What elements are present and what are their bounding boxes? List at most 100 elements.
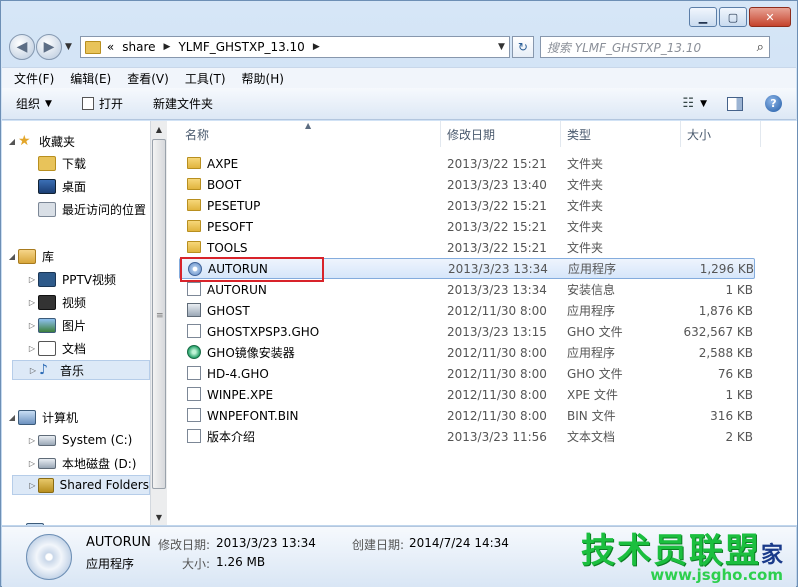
- chevron-right-icon[interactable]: ▷: [27, 366, 39, 375]
- nav-music-label: 音乐: [60, 363, 85, 378]
- nav-videos[interactable]: ▷ 视频: [26, 292, 86, 312]
- file-row[interactable]: GHOST 2012/11/30 8:00 应用程序 1,876 KB: [179, 300, 755, 321]
- nav-desktop-label: 桌面: [62, 179, 87, 194]
- menu-tools[interactable]: 工具(T): [185, 70, 226, 87]
- chevron-right-icon[interactable]: ▷: [26, 298, 38, 307]
- nav-system-c[interactable]: ▷ System (C:): [26, 430, 132, 450]
- chevron-right-icon[interactable]: ▶: [164, 42, 171, 52]
- menu-file[interactable]: 文件(F): [14, 70, 54, 87]
- file-row[interactable]: GHOSTXPSP3.GHO 2013/3/23 13:15 GHO 文件 632,5…: [179, 321, 755, 342]
- organize-label: 组织: [16, 97, 41, 111]
- file-date: 2012/11/30 8:00: [447, 387, 547, 402]
- chevron-right-icon[interactable]: ▷: [26, 321, 38, 330]
- close-button[interactable]: ✕: [749, 7, 791, 27]
- nav-music[interactable]: ▷ ♪ 音乐: [12, 360, 150, 380]
- file-date: 2013/3/23 13:34: [447, 282, 547, 297]
- nav-downloads[interactable]: 下载: [38, 153, 86, 173]
- breadcrumb-share[interactable]: share: [122, 40, 155, 54]
- file-row[interactable]: BOOT 2013/3/23 13:40 文件夹: [179, 174, 755, 195]
- col-type[interactable]: 类型: [561, 121, 681, 147]
- chevron-right-icon[interactable]: ▷: [26, 344, 38, 353]
- col-size-label: 大小: [687, 127, 712, 142]
- file-row[interactable]: PESETUP 2013/3/22 15:21 文件夹: [179, 195, 755, 216]
- nav-pane-scrollbar[interactable]: ▲ ≡ ▼: [150, 121, 167, 525]
- video-icon: [38, 294, 56, 310]
- file-row[interactable]: HD-4.GHO 2012/11/30 8:00 GHO 文件 76 KB: [179, 363, 755, 384]
- col-date[interactable]: 修改日期: [441, 121, 561, 147]
- chevron-right-icon[interactable]: ▷: [26, 459, 38, 468]
- nav-recent[interactable]: 最近访问的位置: [38, 199, 146, 219]
- help-icon[interactable]: ?: [765, 95, 782, 112]
- nav-network[interactable]: [26, 520, 50, 525]
- recent-pages-dropdown[interactable]: ▼: [65, 42, 72, 52]
- folder-icon: [187, 157, 201, 169]
- expand-icon[interactable]: ◢: [6, 413, 18, 422]
- expand-icon[interactable]: ◢: [6, 252, 18, 261]
- nav-pictures[interactable]: ▷ 图片: [26, 315, 86, 335]
- nav-libraries[interactable]: ◢ 库: [6, 246, 54, 266]
- file-row[interactable]: WNPEFONT.BIN 2012/11/30 8:00 BIN 文件 316 KB: [179, 405, 755, 426]
- scroll-up-arrow-icon[interactable]: ▲: [151, 121, 167, 137]
- file-row[interactable]: PESOFT 2013/3/22 15:21 文件夹: [179, 216, 755, 237]
- file-row[interactable]: AXPE 2013/3/22 15:21 文件夹: [179, 153, 755, 174]
- file-size: 632,567 KB: [683, 324, 753, 339]
- nav-favorites[interactable]: ◢ ★ 收藏夹: [6, 131, 75, 151]
- breadcrumb-current[interactable]: YLMF_GHSTXP_13.10: [178, 40, 304, 54]
- nav-pptv[interactable]: ▷ PPTV视频: [26, 269, 116, 289]
- nav-videos-label: 视频: [62, 295, 87, 310]
- address-bar[interactable]: « share ▶ YLMF_GHSTXP_13.10 ▶ ▼: [79, 36, 510, 58]
- nav-local-d[interactable]: ▷ 本地磁盘 (D:): [26, 453, 137, 473]
- refresh-button[interactable]: ↻: [511, 36, 534, 58]
- col-size[interactable]: 大小: [681, 121, 761, 147]
- nav-documents[interactable]: ▷ 文档: [26, 338, 86, 358]
- search-icon[interactable]: ⌕: [757, 40, 764, 55]
- menu-help[interactable]: 帮助(H): [242, 70, 284, 87]
- preview-pane-icon[interactable]: [727, 96, 743, 111]
- menu-edit[interactable]: 编辑(E): [70, 70, 111, 87]
- maximize-button[interactable]: ▢: [719, 7, 747, 27]
- view-options-icon[interactable]: ☷: [682, 96, 694, 111]
- chevron-right-icon[interactable]: ▷: [26, 436, 38, 445]
- nav-computer[interactable]: ◢ 计算机: [6, 407, 78, 427]
- details-pane: AUTORUN 应用程序 修改日期: 2013/3/23 13:34 创建日期:…: [2, 526, 796, 587]
- forward-button[interactable]: ▶: [36, 34, 62, 60]
- file-row[interactable]: GHO镜像安装器 2012/11/30 8:00 应用程序 2,588 KB: [179, 342, 755, 363]
- new-folder-button[interactable]: 新建文件夹: [153, 95, 213, 112]
- file-list-pane: 名称 ▲ 修改日期 类型 大小 AXPE 2013/3/22 15:21 文件夹 BO…: [167, 121, 797, 525]
- open-button[interactable]: 打开: [81, 95, 123, 112]
- file-row[interactable]: TOOLS 2013/3/22 15:21 文件夹: [179, 237, 755, 258]
- menu-view[interactable]: 查看(V): [127, 70, 169, 87]
- file-date: 2012/11/30 8:00: [447, 303, 547, 318]
- file-row[interactable]: 版本介绍 2013/3/23 11:56 文本文档 2 KB: [179, 426, 755, 447]
- file-name: TOOLS: [207, 240, 248, 255]
- nav-recent-label: 最近访问的位置: [62, 202, 147, 217]
- expand-icon[interactable]: ◢: [6, 137, 18, 146]
- chevron-right-icon[interactable]: ▶: [313, 42, 320, 52]
- search-input[interactable]: 搜索 YLMF_GHSTXP_13.10 ⌕: [539, 36, 770, 58]
- details-modified: 2013/3/23 13:34: [216, 536, 316, 550]
- scroll-down-arrow-icon[interactable]: ▼: [151, 509, 167, 525]
- file-row[interactable]: WINPE.XPE 2012/11/30 8:00 XPE 文件 1 KB: [179, 384, 755, 405]
- file-name: PESOFT: [207, 219, 253, 234]
- details-modified-label: 修改日期:: [158, 538, 211, 552]
- breadcrumb-overflow[interactable]: «: [107, 40, 114, 54]
- chevron-right-icon[interactable]: ▷: [26, 275, 38, 284]
- chevron-right-icon[interactable]: ▷: [27, 481, 38, 490]
- file-type: 文件夹: [567, 220, 604, 234]
- file-name: HD-4.GHO: [207, 366, 269, 381]
- organize-button[interactable]: 组织 ▼: [16, 95, 52, 112]
- address-dropdown-icon[interactable]: ▼: [498, 42, 505, 52]
- computer-icon: [18, 409, 36, 425]
- file-size: 316 KB: [710, 408, 753, 423]
- view-dropdown-icon[interactable]: ▼: [700, 99, 707, 109]
- nav-desktop[interactable]: 桌面: [38, 176, 86, 196]
- minimize-button[interactable]: ▁: [689, 7, 717, 27]
- nav-shared-folders[interactable]: ▷ Shared Folders: [12, 475, 150, 495]
- search-placeholder: 搜索 YLMF_GHSTXP_13.10: [546, 40, 702, 55]
- file-name: GHOSTXPSP3.GHO: [207, 324, 320, 339]
- file-type: 应用程序: [567, 346, 616, 360]
- file-row[interactable]: AUTORUN 2013/3/23 13:34 安装信息 1 KB: [179, 279, 755, 300]
- scrollbar-thumb[interactable]: ≡: [152, 139, 166, 489]
- navigation-pane: ◢ ★ 收藏夹 下载 桌面 最近访问的位置 ◢ 库 ▷ PPTV视频 ▷ 视频 …: [2, 121, 153, 525]
- back-button[interactable]: ◀: [9, 34, 35, 60]
